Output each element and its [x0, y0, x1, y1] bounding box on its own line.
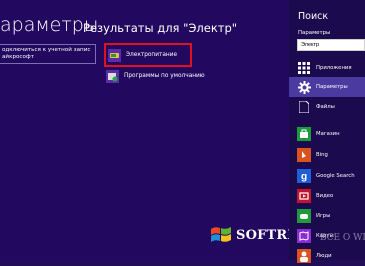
google-search-icon: g: [297, 169, 311, 183]
category-label: Bing: [316, 152, 328, 158]
result-default-programs[interactable]: Программы по умолчанию: [104, 64, 205, 88]
watermark-faint-text: ВСЕ О WIN: [320, 233, 365, 243]
result-label: Программы по умолчанию: [124, 73, 205, 79]
apps-icon: [297, 61, 311, 75]
search-charm: Поиск Параметры Электр Приложения Параме…: [289, 0, 365, 263]
files-icon: [297, 100, 311, 114]
result-connect-microsoft-account[interactable]: одключиться к учетной запис айкрософт: [0, 44, 96, 64]
result-label: одключиться к учетной запис айкрософт: [2, 47, 91, 60]
result-label: Электропитание: [126, 52, 178, 58]
results-pane: араметры Результаты для "Электр" одключи…: [0, 0, 289, 260]
default-programs-icon: [106, 69, 119, 83]
watermark-text: SOFTREW.RU: [236, 227, 289, 243]
category-apps[interactable]: Приложения: [289, 58, 365, 78]
category-video[interactable]: Видео: [289, 186, 365, 206]
windows-logo-icon: [210, 224, 232, 246]
search-title: Поиск: [298, 11, 329, 22]
svg-text:g: g: [301, 172, 307, 183]
category-files[interactable]: Файлы: [289, 97, 365, 117]
category-label: Файлы: [316, 104, 335, 110]
category-label: Магазин: [316, 131, 340, 137]
category-label: Приложения: [316, 65, 352, 71]
store-icon: [297, 127, 311, 141]
watermark: SOFTREW.RU: [210, 224, 289, 246]
results-title: Результаты для "Электр": [83, 21, 238, 35]
search-input[interactable]: Электр: [297, 39, 365, 51]
maps-icon: [297, 229, 311, 243]
games-icon: [297, 209, 311, 223]
category-bing[interactable]: Bing: [289, 145, 365, 165]
video-icon: [297, 189, 311, 203]
category-settings[interactable]: Параметры: [289, 77, 365, 97]
category-people[interactable]: Люди: [289, 246, 365, 266]
category-label: Люди: [316, 253, 332, 259]
category-google-search[interactable]: g Google Search: [289, 166, 365, 186]
category-store[interactable]: Магазин: [289, 124, 365, 144]
people-icon: [297, 249, 311, 263]
category-label: Параметры: [316, 84, 348, 90]
category-label: Видео: [316, 193, 334, 199]
power-options-icon: [108, 48, 121, 62]
category-label: Игры: [316, 213, 331, 219]
category-games[interactable]: Игры: [289, 206, 365, 226]
category-label: Google Search: [316, 173, 355, 179]
search-scope: Параметры: [298, 30, 331, 36]
gear-icon: [297, 80, 311, 94]
bing-icon: [297, 148, 311, 162]
